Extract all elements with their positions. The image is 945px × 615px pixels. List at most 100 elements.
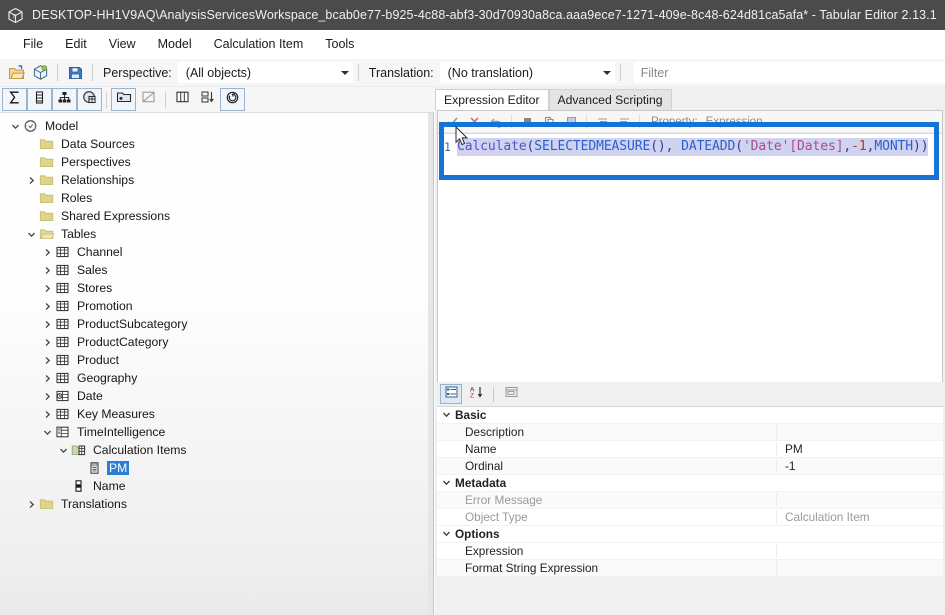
alphabetical-button[interactable]: A Z bbox=[465, 384, 487, 404]
new-hierarchy-button[interactable] bbox=[52, 88, 77, 111]
tree-node-date[interactable]: Date bbox=[0, 387, 433, 405]
properties-grid[interactable]: Basic Description Name PM Ordinal -1 Metadata E… bbox=[437, 406, 943, 615]
tree-node-perspectives[interactable]: Perspectives bbox=[0, 153, 433, 171]
chevron-right-icon[interactable] bbox=[40, 392, 54, 401]
property-value[interactable]: PM bbox=[777, 442, 943, 456]
chevron-right-icon[interactable] bbox=[40, 248, 54, 257]
property-row[interactable]: Expression bbox=[437, 543, 943, 560]
property-row[interactable]: Error Message bbox=[437, 492, 943, 509]
menu-model[interactable]: Model bbox=[147, 33, 203, 55]
tree-node-stores[interactable]: Stores bbox=[0, 279, 433, 297]
copy-icon[interactable] bbox=[539, 113, 559, 131]
chevron-down-icon[interactable] bbox=[437, 529, 455, 540]
property-pages-button[interactable] bbox=[500, 384, 522, 404]
menu-edit[interactable]: Edit bbox=[54, 33, 98, 55]
chevron-right-icon[interactable] bbox=[40, 374, 54, 383]
chevron-down-icon[interactable] bbox=[8, 122, 22, 131]
refresh-button[interactable] bbox=[220, 88, 245, 111]
cut-icon[interactable] bbox=[517, 113, 537, 131]
chevron-down-icon[interactable] bbox=[56, 446, 70, 455]
object-tree[interactable]: Model Data Sources Perspectives Relationshi… bbox=[0, 113, 433, 513]
menu-view[interactable]: View bbox=[98, 33, 147, 55]
chevron-right-icon[interactable] bbox=[40, 302, 54, 311]
chevron-down-icon[interactable] bbox=[24, 230, 38, 239]
perspective-value: (All objects) bbox=[185, 65, 252, 80]
tree-node-translations[interactable]: Translations bbox=[0, 495, 433, 513]
chevron-right-icon[interactable] bbox=[40, 338, 54, 347]
menu-calculation-item[interactable]: Calculation Item bbox=[203, 33, 315, 55]
tree-node-sales[interactable]: Sales bbox=[0, 261, 433, 279]
chevron-down-icon[interactable] bbox=[437, 410, 455, 421]
property-value[interactable]: Calculation Item bbox=[777, 510, 943, 524]
sort-button[interactable] bbox=[195, 88, 220, 111]
tree-node-pm[interactable]: PM bbox=[0, 459, 433, 477]
tab-expression-editor[interactable]: Expression Editor bbox=[435, 89, 549, 110]
property-row[interactable]: Name PM bbox=[437, 441, 943, 458]
property-row[interactable]: Format String Expression bbox=[437, 560, 943, 577]
tree-node-product[interactable]: Product bbox=[0, 351, 433, 369]
chevron-down-icon[interactable] bbox=[40, 428, 54, 437]
cube-icon[interactable] bbox=[28, 61, 52, 85]
tree-node-name[interactable]: Name bbox=[0, 477, 433, 495]
show-columns-button[interactable] bbox=[170, 88, 195, 111]
tree-node-roles[interactable]: Roles bbox=[0, 189, 433, 207]
dax-expression[interactable]: Calculate(SELECTEDMEASURE(), DATEADD('Da… bbox=[457, 137, 929, 156]
perspective-dropdown[interactable]: (All objects) bbox=[177, 62, 353, 83]
column-icon bbox=[32, 90, 47, 110]
property-row[interactable]: Description bbox=[437, 424, 943, 441]
tree-node-geography[interactable]: Geography bbox=[0, 369, 433, 387]
diagram-view-button[interactable] bbox=[136, 88, 161, 111]
undo-icon[interactable] bbox=[486, 113, 506, 131]
tree-node-channel[interactable]: Channel bbox=[0, 243, 433, 261]
menu-file[interactable]: File bbox=[12, 33, 54, 55]
paste-icon[interactable] bbox=[561, 113, 581, 131]
save-icon[interactable] bbox=[63, 61, 87, 85]
tree-node-data-sources[interactable]: Data Sources bbox=[0, 135, 433, 153]
property-name: Options bbox=[455, 527, 500, 541]
cancel-icon[interactable] bbox=[464, 113, 484, 131]
tree-node-timeintelligence[interactable]: TimeIntelligence bbox=[0, 423, 433, 441]
tree-node-label: Tables bbox=[61, 227, 97, 241]
chevron-right-icon[interactable] bbox=[24, 500, 38, 509]
new-measure-button[interactable] bbox=[2, 88, 27, 111]
chevron-right-icon[interactable] bbox=[40, 266, 54, 275]
tabular-editor-window: T DESKTOP-HH1V9AQ\AnalysisServicesWorksp… bbox=[0, 0, 945, 615]
property-value[interactable]: -1 bbox=[777, 459, 943, 473]
chevron-right-icon[interactable] bbox=[40, 320, 54, 329]
filter-input[interactable]: Filter bbox=[633, 62, 945, 83]
chevron-down-icon[interactable] bbox=[437, 478, 455, 489]
chevron-right-icon[interactable] bbox=[40, 284, 54, 293]
tab-advanced-scripting[interactable]: Advanced Scripting bbox=[548, 89, 672, 110]
property-label: Property: bbox=[651, 115, 698, 128]
tree-node-promotion[interactable]: Promotion bbox=[0, 297, 433, 315]
open-folder-icon[interactable] bbox=[4, 61, 28, 85]
new-column-button[interactable] bbox=[27, 88, 52, 111]
accept-icon[interactable] bbox=[442, 113, 462, 131]
new-display-folder-button[interactable] bbox=[111, 88, 136, 111]
categorized-button[interactable] bbox=[440, 384, 462, 404]
property-category-row[interactable]: Options bbox=[437, 526, 943, 543]
chevron-right-icon[interactable] bbox=[24, 176, 38, 185]
indent-icon[interactable] bbox=[592, 113, 612, 131]
tree-scrollbar[interactable] bbox=[428, 113, 433, 615]
chevron-right-icon[interactable] bbox=[40, 410, 54, 419]
property-row[interactable]: Object Type Calculation Item bbox=[437, 509, 943, 526]
tree-node-key-measures[interactable]: Key Measures bbox=[0, 405, 433, 423]
object-explorer-panel[interactable]: Model Data Sources Perspectives Relationshi… bbox=[0, 113, 434, 615]
tree-node-productsubcategory[interactable]: ProductSubcategory bbox=[0, 315, 433, 333]
translation-dropdown[interactable]: (No translation) bbox=[439, 62, 615, 83]
outdent-icon[interactable] bbox=[614, 113, 634, 131]
tree-node-shared-expressions[interactable]: Shared Expressions bbox=[0, 207, 433, 225]
tree-node-productcategory[interactable]: ProductCategory bbox=[0, 333, 433, 351]
tree-node-tables[interactable]: Tables bbox=[0, 225, 433, 243]
new-calculation-group-button[interactable] bbox=[77, 88, 102, 111]
property-row[interactable]: Ordinal -1 bbox=[437, 458, 943, 475]
chevron-right-icon[interactable] bbox=[40, 356, 54, 365]
property-category-row[interactable]: Metadata bbox=[437, 475, 943, 492]
tree-node-relationships[interactable]: Relationships bbox=[0, 171, 433, 189]
property-category-row[interactable]: Basic bbox=[437, 407, 943, 424]
tree-node-calculation-items[interactable]: Calculation Items bbox=[0, 441, 433, 459]
tree-node-model[interactable]: Model bbox=[0, 117, 433, 135]
code-line[interactable]: 1 Calculate(SELECTEDMEASURE(), DATEADD('… bbox=[438, 133, 942, 159]
menu-tools[interactable]: Tools bbox=[314, 33, 365, 55]
